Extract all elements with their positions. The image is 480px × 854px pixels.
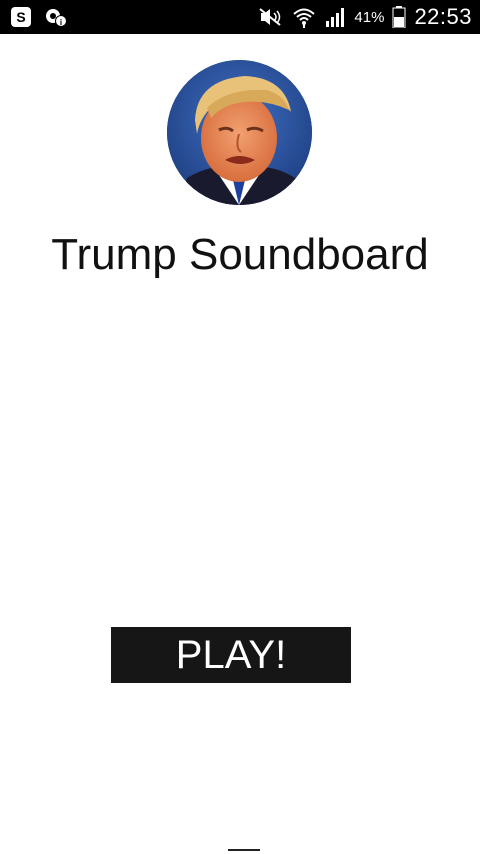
app-settings-icon: i bbox=[44, 6, 68, 28]
app-title: Trump Soundboard bbox=[51, 230, 429, 279]
bottom-edge-mark bbox=[228, 849, 260, 851]
status-left: S i bbox=[10, 6, 80, 28]
status-right: 41% 22:53 bbox=[250, 4, 472, 30]
svg-text:S: S bbox=[16, 9, 25, 25]
signal-icon bbox=[324, 7, 346, 27]
clock: 22:53 bbox=[414, 4, 472, 29]
svg-text:i: i bbox=[60, 18, 62, 27]
wifi-icon bbox=[292, 6, 316, 28]
avatar bbox=[167, 60, 312, 205]
play-button[interactable]: PLAY! bbox=[111, 627, 351, 683]
battery-icon bbox=[392, 6, 406, 28]
app-screen: S i 41% 22:53 Trump Soundboard PLAY! bbox=[0, 0, 480, 854]
battery-percent: 41% bbox=[354, 8, 385, 26]
mute-icon bbox=[258, 7, 284, 27]
status-bar: S i 41% 22:53 bbox=[0, 0, 480, 34]
skype-icon: S bbox=[10, 6, 32, 28]
